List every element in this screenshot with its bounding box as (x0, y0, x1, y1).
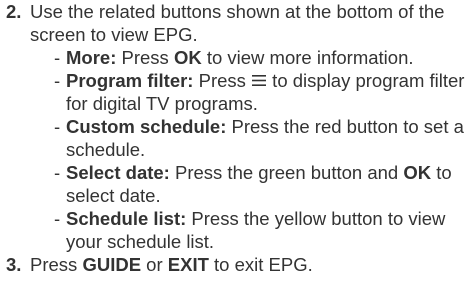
list-item-more: - More: Press OK to view more information… (54, 47, 414, 68)
list-item-custom-schedule: - Custom schedule: Press the red button t… (54, 116, 464, 160)
item-label: Custom schedule: (66, 116, 227, 137)
item-label: Program filter: (66, 70, 194, 91)
step-3: 3. Press GUIDE or EXIT to exit EPG. (6, 253, 466, 276)
step-2: 2. Use the related buttons shown at the … (6, 0, 466, 253)
menu-icon (252, 75, 267, 86)
step-text: Use the related buttons shown at the bot… (30, 1, 445, 45)
step-number: 3. (6, 254, 22, 275)
item-label: Select date: (66, 162, 170, 183)
step-text: Press GUIDE or EXIT to exit EPG. (30, 254, 313, 275)
step-number: 2. (6, 1, 22, 22)
item-label: Schedule list: (66, 208, 187, 229)
item-label: More: (66, 47, 117, 68)
list-item-select-date: - Select date: Press the green button and… (54, 162, 452, 206)
list-item-schedule-list: - Schedule list: Press the yellow button … (54, 208, 446, 252)
list-item-program-filter: - Program filter: Press to display progra… (54, 70, 465, 114)
instruction-text: 2. Use the related buttons shown at the … (6, 0, 466, 276)
